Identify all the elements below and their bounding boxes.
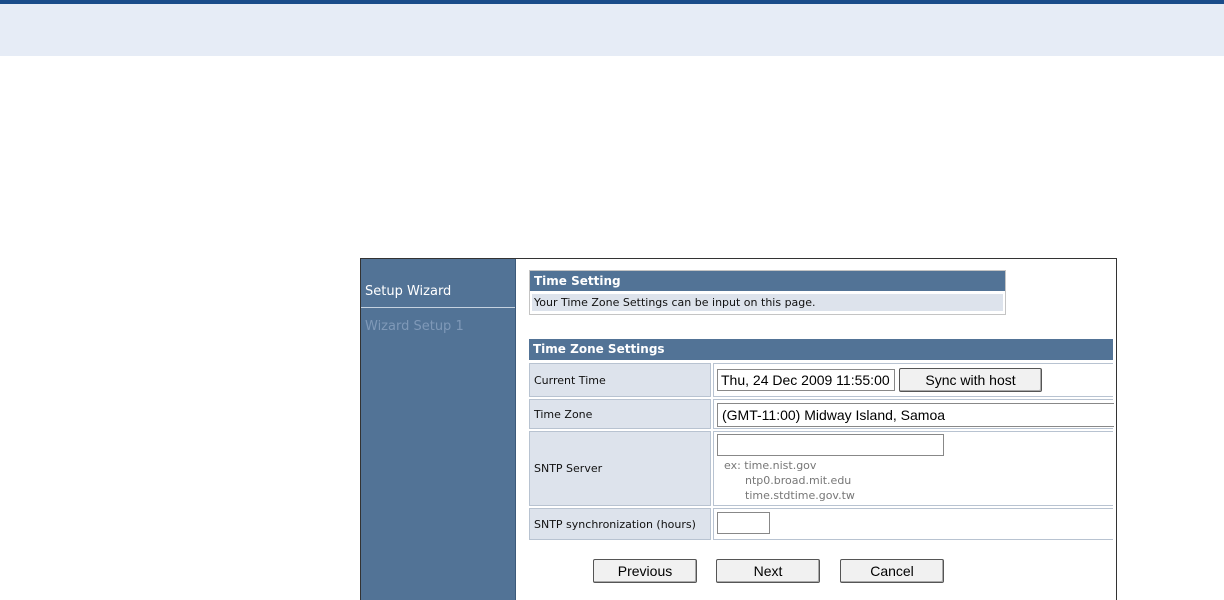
sntp-sync-row: [713, 508, 1113, 540]
time-setting-header: Time Setting: [530, 271, 1005, 291]
time-zone-settings-header: Time Zone Settings: [529, 339, 1113, 360]
previous-button[interactable]: Previous: [593, 559, 697, 583]
sntp-server-label: SNTP Server: [529, 431, 711, 506]
current-time-field[interactable]: Thu, 24 Dec 2009 11:55:00: [717, 369, 895, 391]
time-setting-panel: Time Setting Your Time Zone Settings can…: [529, 270, 1006, 315]
sntp-example-3: time.stdtime.gov.tw: [745, 489, 855, 502]
time-setting-description: Your Time Zone Settings can be input on …: [532, 294, 1003, 311]
cancel-button[interactable]: Cancel: [840, 559, 944, 583]
sntp-example-1: ex: time.nist.gov: [724, 459, 817, 472]
top-banner: [0, 4, 1224, 56]
next-button[interactable]: Next: [716, 559, 820, 583]
sntp-sync-label: SNTP synchronization (hours): [529, 508, 711, 540]
sntp-server-row: ex: time.nist.gov ntp0.broad.mit.edu tim…: [713, 431, 1113, 506]
current-time-row: Thu, 24 Dec 2009 11:55:00 Sync with host: [713, 363, 1113, 397]
time-zone-label: Time Zone: [529, 399, 711, 429]
sidebar-divider: [361, 307, 515, 308]
sntp-sync-hours-input[interactable]: [717, 512, 770, 534]
sidebar-item-wizard-setup-1[interactable]: Wizard Setup 1: [365, 319, 464, 334]
sntp-example-2: ntp0.broad.mit.edu: [745, 474, 852, 487]
sntp-server-input[interactable]: [717, 434, 944, 456]
current-time-label: Current Time: [529, 363, 711, 397]
sync-with-host-button[interactable]: Sync with host: [899, 368, 1042, 392]
main-content: Time Setting Your Time Zone Settings can…: [516, 259, 1117, 600]
sidebar-title: Setup Wizard: [365, 284, 452, 299]
time-zone-select[interactable]: (GMT-11:00) Midway Island, Samoa: [717, 403, 1114, 427]
time-zone-row: (GMT-11:00) Midway Island, Samoa: [713, 399, 1114, 429]
app-window: Setup Wizard Wizard Setup 1 Time Setting…: [360, 258, 1117, 600]
sidebar: Setup Wizard Wizard Setup 1: [361, 259, 516, 600]
